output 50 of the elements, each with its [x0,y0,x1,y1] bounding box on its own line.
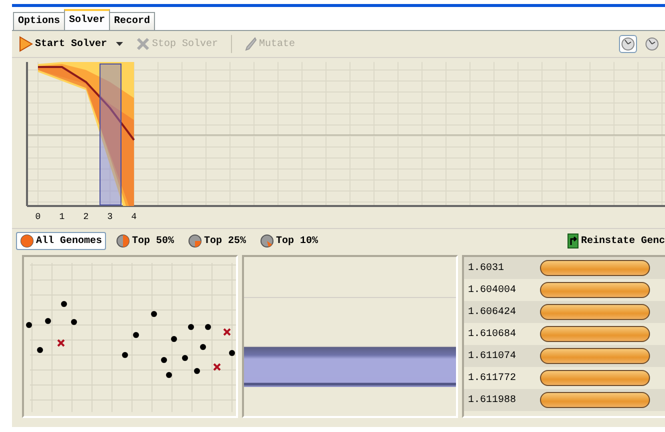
fitness-value: 1.611988 [468,394,518,406]
filter-option[interactable]: All Genomes [16,232,106,250]
fitness-value: 1.604004 [468,284,518,296]
fitness-value: 1.6031 [468,262,506,274]
genome-dot [166,372,172,378]
genome-dot [161,357,167,363]
fitness-value: 1.606424 [468,306,518,318]
genome-dot [133,332,139,338]
genome-dot [229,350,235,356]
genome-dot [188,324,194,330]
filter-option[interactable]: Top 10% [256,232,322,250]
filter-option[interactable]: Top 50% [112,232,178,250]
genome-dot [194,368,200,374]
filter-option[interactable]: Top 25% [184,232,250,250]
axis-label: 2 [83,212,89,222]
fitness-value: 1.610684 [468,328,518,340]
genome-dot [61,301,67,307]
tab[interactable]: Record [109,12,156,30]
axis-label: 4 [131,212,137,222]
genome-dot [26,322,32,328]
reinstate-icon [566,233,579,249]
axis-label: 0 [35,212,41,222]
toolbar-button[interactable]: Start Solver [16,34,128,54]
axis-label: 1 [59,212,65,222]
axis-label: 3 [107,212,113,222]
cross-marker [57,339,65,347]
clock-toggle[interactable] [619,35,637,53]
cross-marker [213,363,221,371]
pie-icon [188,234,202,248]
pie-icon [20,234,34,248]
fitness-value: 1.611772 [468,372,518,384]
genome-dot [122,352,128,358]
genome-dot [171,336,177,342]
pie-icon [116,234,130,248]
reinstate-button[interactable]: Reinstate Genc [566,233,665,249]
genome-dot [37,347,43,353]
cross-marker [223,328,231,336]
genome-dot [205,324,211,330]
genome-dot [200,344,206,350]
genome-dot [45,318,51,324]
genome-dot [182,355,188,361]
cross-icon [136,37,150,51]
fitness-value: 1.611074 [468,350,518,362]
pie-icon [260,234,274,248]
clock-toggle[interactable] [643,35,661,53]
tab[interactable]: Options [13,12,66,30]
pen-icon [245,37,258,51]
genome-dot [71,319,77,325]
play-icon [19,36,33,52]
genome-dot [151,311,157,317]
